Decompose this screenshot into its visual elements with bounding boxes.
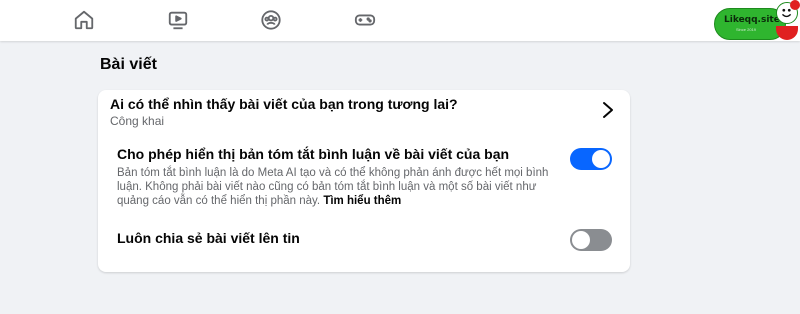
section-title: Bài viết — [100, 56, 157, 73]
notification-dot — [790, 0, 800, 10]
badge-text: Likeqq.site — [724, 15, 780, 25]
toggle-knob — [592, 150, 610, 168]
gaming-icon[interactable] — [352, 7, 378, 33]
home-icon[interactable] — [71, 7, 97, 33]
comment-summary-toggle[interactable] — [570, 148, 612, 170]
comment-summary-description: Bản tóm tắt bình luận là do Meta AI tạo … — [117, 166, 567, 208]
share-to-story-toggle[interactable] — [570, 229, 612, 251]
share-to-story-title: Luôn chia sẻ bài viết lên tin — [117, 230, 300, 246]
video-icon[interactable] — [165, 7, 191, 33]
watermark-badge: Likeqq.site Since 2019 — [714, 2, 800, 40]
learn-more-link[interactable]: Tìm hiểu thêm — [323, 195, 401, 207]
groups-icon[interactable] — [258, 7, 284, 33]
chevron-right-icon[interactable] — [600, 100, 616, 120]
badge-decoration — [776, 26, 798, 40]
future-posts-title: Ai có thể nhìn thấy bài viết của bạn tro… — [110, 96, 458, 112]
posts-settings-card: Ai có thể nhìn thấy bài viết của bạn tro… — [98, 90, 630, 272]
comment-summary-title: Cho phép hiển thị bản tóm tắt bình luận … — [117, 146, 510, 162]
future-posts-value: Công khai — [110, 114, 165, 128]
top-nav-bar: Likeqq.site Since 2019 — [0, 0, 800, 41]
toggle-knob — [572, 231, 590, 249]
badge-subtext: Since 2019 — [736, 27, 757, 32]
